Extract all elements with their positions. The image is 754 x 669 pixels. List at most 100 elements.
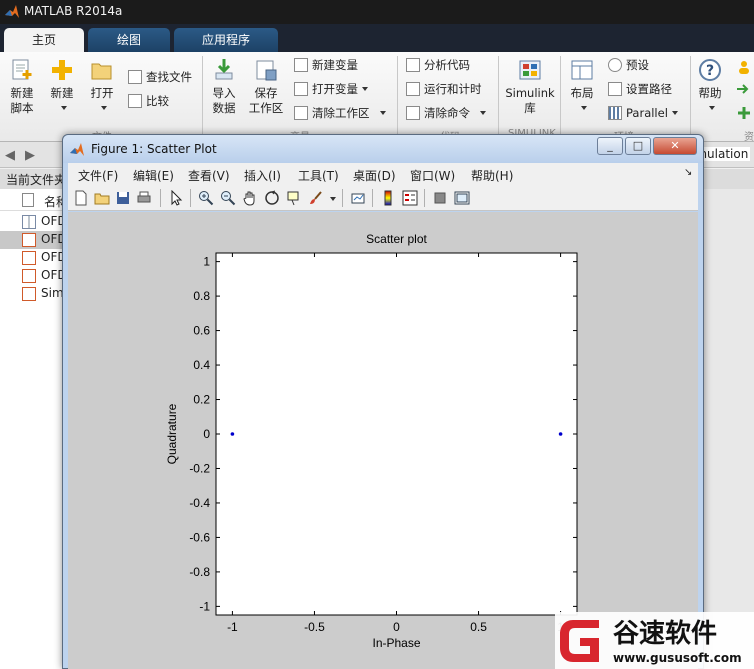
import-icon — [211, 58, 237, 82]
new-script-label: 新建 脚本 — [10, 86, 34, 115]
forward-arrow-icon[interactable]: ▶ — [25, 148, 35, 163]
parallel-label: Parallel — [626, 106, 668, 120]
hide-plot-tools-icon[interactable] — [432, 190, 448, 206]
y-tick-label: 0.2 — [193, 393, 210, 407]
run-and-time-button[interactable]: 运行和计时 — [406, 80, 482, 98]
file-row[interactable]: OFD — [0, 213, 70, 231]
figure-title: Figure 1: Scatter Plot — [91, 142, 217, 156]
chevron-down-icon[interactable] — [330, 197, 336, 201]
clear-commands-label: 清除命令 — [424, 106, 470, 120]
menu-window[interactable]: 窗口(W) — [410, 167, 455, 184]
legend-icon[interactable] — [402, 190, 418, 206]
simulink-library-button[interactable]: Simulink 库 — [504, 58, 556, 116]
chevron-down-icon — [581, 106, 587, 110]
chevron-down-icon — [61, 106, 67, 110]
file-row[interactable]: Sim — [0, 285, 70, 303]
request-support-icon[interactable] — [736, 82, 752, 99]
m-file-icon — [22, 251, 36, 265]
x-tick-label: 0 — [393, 620, 400, 634]
new-button[interactable]: 新建 — [46, 58, 78, 116]
parallel-button[interactable]: Parallel — [608, 104, 678, 122]
axes-box — [215, 252, 578, 616]
m-file-icon — [22, 287, 36, 301]
maximize-button[interactable]: □ — [625, 137, 651, 155]
m-file-icon — [22, 233, 36, 247]
brush-icon[interactable] — [308, 190, 324, 206]
help-button[interactable]: ? 帮助 — [694, 58, 726, 116]
print-icon[interactable] — [136, 190, 152, 206]
pointer-icon[interactable] — [168, 190, 184, 206]
clear-workspace-button[interactable]: 清除工作区 — [294, 104, 386, 122]
compare-label: 比较 — [146, 94, 169, 108]
menu-insert[interactable]: 插入(I) — [244, 167, 281, 184]
menu-help[interactable]: 帮助(H) — [471, 167, 513, 184]
save-workspace-label: 保存 工作区 — [248, 86, 284, 115]
clear-commands-icon — [406, 106, 420, 120]
back-arrow-icon[interactable]: ◀ — [5, 148, 15, 163]
tab-home[interactable]: 主页 — [4, 28, 84, 52]
new-figure-icon[interactable] — [73, 190, 89, 206]
open-file-icon[interactable] — [94, 190, 110, 206]
file-list-header[interactable]: 名称 — [0, 189, 70, 211]
open-variable-icon — [294, 82, 308, 96]
compare-button[interactable]: 比较 — [128, 92, 169, 110]
chevron-down-icon — [101, 106, 107, 110]
menu-view[interactable]: 查看(V) — [188, 167, 230, 184]
help-label: 帮助 — [698, 86, 722, 100]
new-script-button[interactable]: 新建 脚本 — [6, 58, 38, 116]
import-data-button[interactable]: 导入 数据 — [208, 58, 240, 116]
menu-file[interactable]: 文件(F) — [78, 167, 118, 184]
clear-commands-button[interactable]: 清除命令 — [406, 104, 486, 122]
open-button[interactable]: 打开 — [86, 58, 118, 116]
open-variable-button[interactable]: 打开变量 — [294, 80, 368, 98]
y-tick-label: -1 — [199, 599, 210, 613]
show-plot-tools-icon[interactable] — [454, 190, 470, 206]
analyze-code-label: 分析代码 — [424, 58, 470, 72]
menu-tools[interactable]: 工具(T) — [298, 167, 339, 184]
close-button[interactable]: ✕ — [653, 137, 697, 155]
x-axis-label: In-Phase — [372, 636, 420, 650]
tab-plots[interactable]: 绘图 — [88, 28, 170, 52]
set-path-button[interactable]: 设置路径 — [608, 80, 672, 98]
find-files-button[interactable]: 查找文件 — [128, 68, 192, 86]
figure-menubar: 文件(F) 编辑(E) 查看(V) 插入(I) 工具(T) 桌面(D) 窗口(W… — [68, 163, 698, 185]
ribbon-separator — [690, 56, 691, 136]
file-row[interactable]: OFD — [0, 231, 70, 249]
community-icon[interactable] — [736, 60, 752, 77]
clear-workspace-label: 清除工作区 — [312, 106, 370, 120]
tab-apps[interactable]: 应用程序 — [174, 28, 278, 52]
zoom-out-icon[interactable] — [220, 190, 236, 206]
colorbar-icon[interactable] — [380, 190, 396, 206]
save-workspace-button[interactable]: 保存 工作区 — [248, 58, 284, 116]
add-ons-icon[interactable] — [736, 106, 752, 123]
x-tick-label: -0.5 — [304, 620, 325, 634]
chart-title: Scatter plot — [366, 232, 427, 246]
save-icon[interactable] — [115, 190, 131, 206]
minimize-button[interactable]: _ — [597, 137, 623, 155]
folder-icon — [89, 58, 115, 82]
pan-hand-icon[interactable] — [242, 190, 258, 206]
watermark-url: www.gususoft.com — [613, 651, 742, 665]
menu-desktop[interactable]: 桌面(D) — [353, 167, 396, 184]
preferences-button[interactable]: 预设 — [608, 56, 649, 74]
ribbon-toolstrip: 新建 脚本 新建 打开 查找文件 比较 文件 导入 数据 保存 工作区 新建变量… — [0, 52, 754, 158]
open-variable-label: 打开变量 — [312, 82, 358, 96]
menu-edit[interactable]: 编辑(E) — [133, 167, 174, 184]
data-cursor-icon[interactable] — [286, 190, 302, 206]
chevron-down-icon — [379, 111, 386, 115]
layout-button[interactable]: 布局 — [566, 58, 598, 116]
help-icon: ? — [697, 58, 723, 82]
data-point — [558, 432, 563, 436]
toolbar-separator — [372, 189, 373, 207]
analyze-code-button[interactable]: 分析代码 — [406, 56, 470, 74]
ribbon-separator — [498, 56, 499, 136]
link-plot-icon[interactable] — [350, 190, 366, 206]
app-title: MATLAB R2014a — [24, 4, 123, 18]
dock-arrow-icon[interactable]: ↘ — [684, 167, 692, 178]
file-row[interactable]: OFD — [0, 249, 70, 267]
zoom-in-icon[interactable] — [198, 190, 214, 206]
file-row[interactable]: OFD — [0, 267, 70, 285]
rotate-3d-icon[interactable] — [264, 190, 280, 206]
figure-titlebar[interactable]: Figure 1: Scatter Plot _ □ ✕ — [63, 135, 703, 163]
new-variable-button[interactable]: 新建变量 — [294, 56, 358, 74]
